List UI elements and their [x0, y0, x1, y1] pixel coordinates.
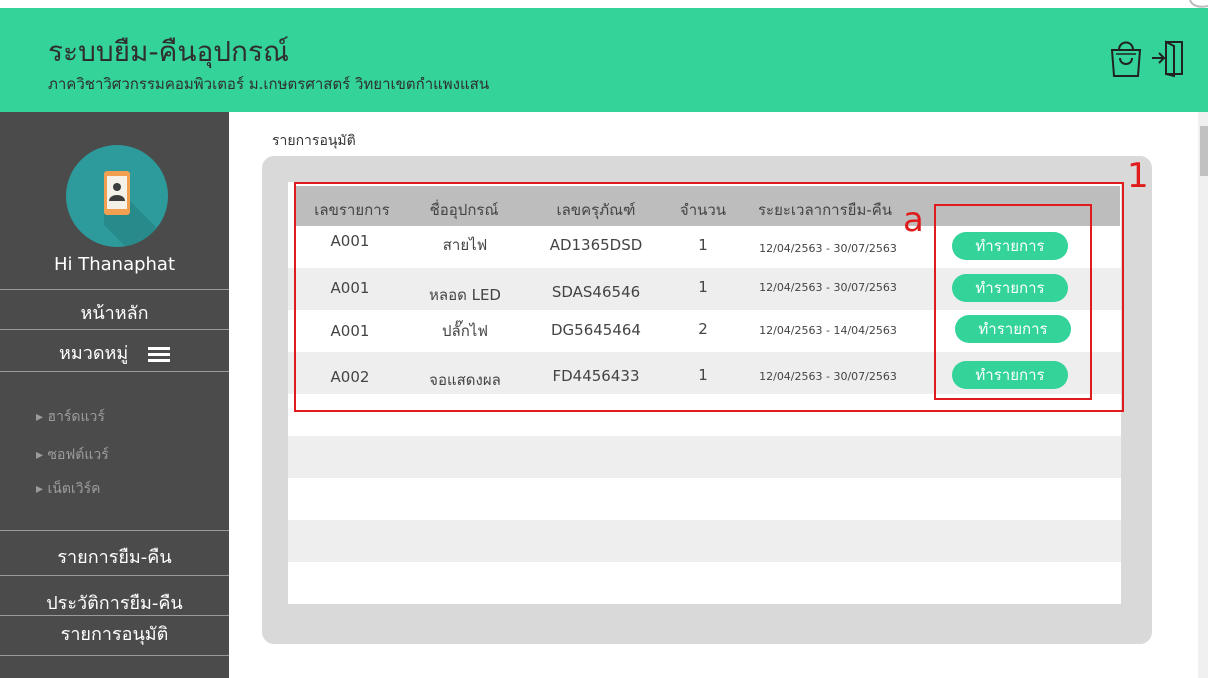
shopping-bag-icon[interactable]: [1108, 36, 1144, 80]
table-row-stripe: [288, 436, 1121, 478]
corner-decoration-icon: [1189, 0, 1208, 8]
annotation-box-a: [934, 204, 1092, 400]
sidebar-item-approval[interactable]: รายการอนุมัติ: [0, 619, 229, 648]
vertical-scrollbar[interactable]: [1198, 112, 1208, 678]
divider: [0, 655, 229, 656]
logout-icon[interactable]: [1150, 38, 1186, 78]
avatar: [66, 145, 168, 247]
scrollbar-thumb[interactable]: [1200, 126, 1208, 176]
sidebar-item-label: หมวดหมู่: [59, 343, 129, 364]
annotation-label-a: a: [903, 200, 924, 240]
table-row-stripe: [288, 520, 1121, 562]
app-title: ระบบยืม-คืนอุปกรณ์: [48, 35, 290, 68]
app-header: ระบบยืม-คืนอุปกรณ์ ภาควิชาวิศวกรรมคอมพิว…: [0, 8, 1208, 112]
app-subtitle: ภาควิชาวิศวกรรมคอมพิวเตอร์ ม.เกษตรศาสตร์…: [48, 75, 490, 93]
page-title: รายการอนุมัติ: [272, 133, 356, 149]
annotation-label-1: 1: [1127, 156, 1149, 196]
divider: [0, 615, 229, 616]
sidebar-subitem-hardware[interactable]: ▸ ฮาร์ดแวร์: [36, 406, 105, 428]
sidebar-subitem-network[interactable]: ▸ เน็ตเวิร์ค: [36, 478, 100, 500]
sidebar-item-borrow-list[interactable]: รายการยืม-คืน: [0, 542, 229, 571]
divider: [0, 329, 229, 330]
divider: [0, 289, 229, 290]
menu-icon[interactable]: [148, 346, 170, 362]
sidebar-item-home[interactable]: หน้าหลัก: [0, 298, 229, 327]
greeting: Hi Thanaphat: [53, 254, 176, 275]
divider: [0, 530, 229, 531]
sidebar-item-history[interactable]: ประวัติการยืม-คืน: [0, 588, 229, 617]
sidebar-item-category[interactable]: หมวดหมู่: [0, 338, 229, 367]
divider: [0, 575, 229, 576]
divider: [0, 371, 229, 372]
user-phone-icon: [104, 171, 168, 247]
sidebar: Hi Thanaphat หน้าหลัก หมวดหมู่ ▸ ฮาร์ดแว…: [0, 112, 229, 678]
sidebar-subitem-software[interactable]: ▸ ซอฟต์แวร์: [36, 444, 109, 466]
